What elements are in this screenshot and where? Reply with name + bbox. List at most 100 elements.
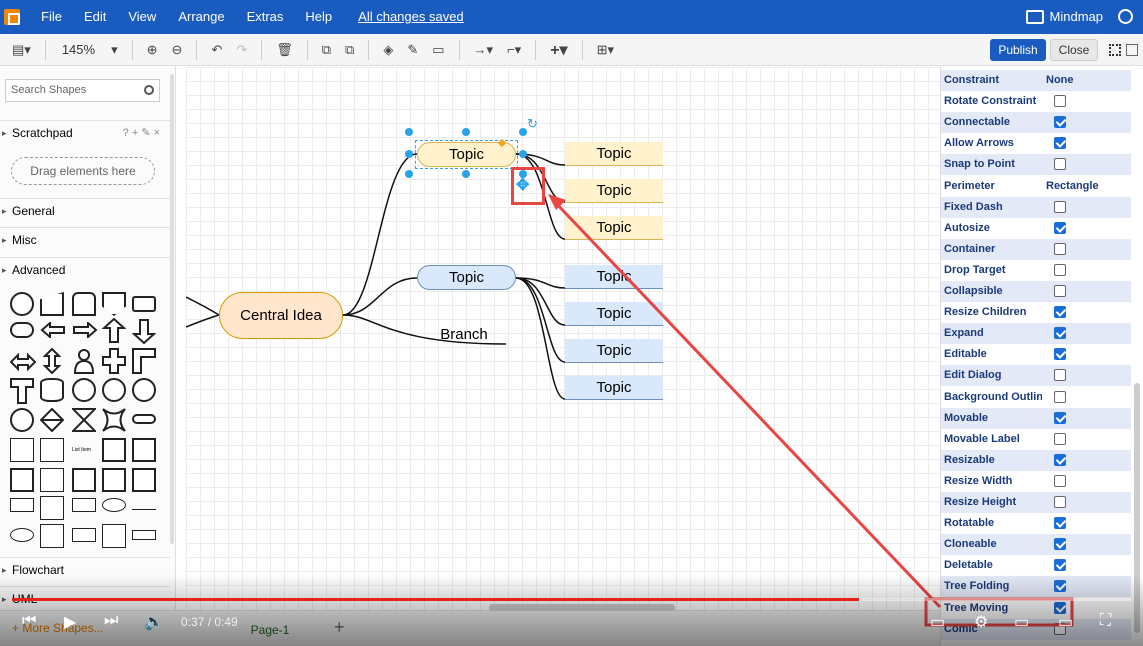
shape-or[interactable] [72,378,96,402]
shape-step[interactable] [132,296,156,312]
subtopic-yellow-2[interactable]: Topic [565,179,663,203]
to-back-icon[interactable]: ⧉ [341,42,358,58]
shape-list[interactable] [40,438,64,462]
property-checkbox[interactable] [1054,390,1066,403]
shape-xor[interactable] [102,378,126,402]
subtopic-blue-3[interactable]: Topic [565,339,663,363]
property-checkbox[interactable] [1054,369,1066,382]
shape-org-box[interactable] [72,528,96,542]
play-icon[interactable]: ▶ [64,612,76,632]
sidebar-scrollbar[interactable] [170,74,174,544]
settings-gear-icon[interactable]: ⚙ [974,612,988,632]
topic-node-blue[interactable]: Topic [417,265,516,290]
property-checkbox[interactable] [1054,580,1066,593]
fill-color-icon[interactable]: ◈ [379,42,397,58]
add-page-icon[interactable]: + [334,617,345,638]
miniplayer-icon[interactable]: ▭ [1014,612,1029,632]
shape-tree[interactable] [72,468,96,492]
format-panel-toggle-icon[interactable]: ▤▾ [8,42,35,58]
section-general[interactable]: General [0,198,170,223]
shape-tree-links[interactable] [72,498,96,512]
property-checkbox[interactable] [1054,200,1066,213]
zoom-in-icon[interactable]: ⊕ [143,42,162,58]
property-checkbox[interactable] [1054,242,1066,255]
shape-pool[interactable] [40,468,64,492]
subtopic-blue-2[interactable]: Topic [565,302,663,326]
shape-tee[interactable] [10,378,34,404]
scratchpad-dropzone[interactable]: Drag elements here [11,157,155,185]
shape-tree-container[interactable] [40,496,64,520]
shape-arrow-left[interactable] [40,320,65,340]
shape-lineellipse[interactable] [132,378,156,402]
shape-branch[interactable] [132,500,156,510]
close-button[interactable]: Close [1050,39,1098,61]
line-color-icon[interactable]: ✎ [403,42,422,58]
shape-tree-vertical[interactable] [132,468,156,492]
property-checkbox[interactable] [1054,432,1066,445]
shape-collate[interactable] [70,408,98,432]
panel-scrollbar[interactable] [1134,383,1140,633]
shape-org-link[interactable] [132,530,156,540]
canvas-horizontal-scrollbar[interactable] [489,604,675,611]
skip-back-icon[interactable]: ⏮ [22,612,36,630]
theater-icon[interactable]: ▭ [1058,612,1073,632]
shape-cross[interactable] [102,348,126,374]
shape-org-chart[interactable] [40,524,64,548]
redo-icon[interactable]: ↷ [232,42,251,58]
menu-view[interactable]: View [117,0,167,34]
shape-curved-mindmap[interactable] [10,528,34,542]
property-value[interactable]: None [1042,70,1131,91]
waypoints-icon[interactable]: ⌐▾ [503,42,525,58]
video-progress-fill[interactable] [12,598,860,601]
volume-icon[interactable]: 🔈 [144,612,164,632]
connection-style-icon[interactable]: →▾ [470,42,498,58]
property-checkbox[interactable] [1054,95,1066,108]
shape-tape[interactable] [72,292,96,316]
shape-org-layout[interactable] [102,524,126,548]
property-checkbox[interactable] [1054,348,1066,361]
property-checkbox[interactable] [1054,263,1066,276]
shape-offpage[interactable] [102,292,126,316]
fullscreen-video-icon[interactable]: ⛶ [1100,612,1111,630]
property-checkbox[interactable] [1054,496,1066,508]
property-checkbox[interactable] [1054,327,1066,340]
table-icon[interactable]: ⊞▾ [593,42,618,58]
scratchpad-tools[interactable]: ? + ✎ × [123,121,160,145]
fullscreen-icon[interactable] [1109,44,1121,56]
resize-handle[interactable] [405,170,413,178]
search-shapes-input[interactable]: Search Shapes [5,79,160,102]
menu-file[interactable]: File [30,0,73,34]
shape-card[interactable] [40,292,64,316]
shape-line-circle[interactable] [10,408,34,432]
shape-arrow-up[interactable] [101,317,127,343]
property-checkbox[interactable] [1054,285,1066,297]
menu-help[interactable]: Help [294,0,343,34]
shape-terminator[interactable] [10,322,34,338]
publish-button[interactable]: Publish [990,39,1046,61]
subtopic-blue-4[interactable]: Topic [565,376,663,400]
shape-horizontal-tree[interactable] [10,498,34,512]
property-checkbox[interactable] [1054,306,1066,319]
resize-handle[interactable] [519,150,527,158]
shape-tree-alt[interactable] [102,468,126,492]
subtopic-blue-1[interactable]: Topic [565,265,663,289]
page-tab-1[interactable]: Page-1 [240,617,300,643]
rotate-handle-icon[interactable]: ↻ [527,116,538,132]
property-checkbox[interactable] [1054,538,1066,551]
shape-vlanes[interactable] [10,468,34,492]
branch-label[interactable]: Branch [422,323,506,345]
resize-handle[interactable] [405,150,413,158]
shape-switch[interactable] [102,408,126,432]
property-checkbox[interactable] [1054,559,1066,572]
central-idea-node[interactable]: Central Idea [219,292,343,339]
menu-edit[interactable]: Edit [73,0,117,34]
collapse-icon[interactable] [1126,44,1138,56]
shape-process-bar[interactable] [132,414,156,424]
shape-table[interactable] [102,438,126,462]
resize-handle[interactable] [405,128,413,136]
shape-double-arrow-v[interactable] [40,347,64,375]
property-checkbox[interactable] [1054,453,1066,466]
shape-circle[interactable] [10,292,34,316]
delete-icon[interactable]: 🗑 [272,42,297,58]
property-checkbox[interactable] [1054,116,1066,129]
